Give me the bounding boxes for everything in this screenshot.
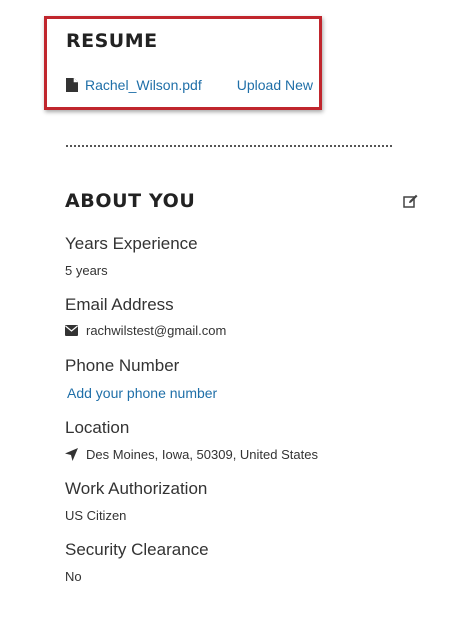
edit-icon[interactable] <box>403 194 418 209</box>
years-experience-value: 5 years <box>65 263 108 278</box>
work-authorization-label: Work Authorization <box>65 479 208 498</box>
file-icon <box>66 78 78 92</box>
email-address-value: rachwilstest@gmail.com <box>86 323 227 338</box>
add-phone-number-link[interactable]: Add your phone number <box>67 385 217 401</box>
resume-heading: RESUME <box>66 30 158 52</box>
location-arrow-icon <box>65 448 78 461</box>
upload-new-link[interactable]: Upload New <box>237 77 313 93</box>
phone-number-label: Phone Number <box>65 356 180 375</box>
security-clearance-value: No <box>65 569 82 584</box>
about-you-heading: ABOUT YOU <box>65 190 196 212</box>
years-experience-label: Years Experience <box>65 234 198 253</box>
resume-section: RESUME Rachel_Wilson.pdf Upload New <box>44 16 322 110</box>
resume-file-row: Rachel_Wilson.pdf Upload New <box>66 77 313 93</box>
location-row: Des Moines, Iowa, 50309, United States <box>65 447 318 462</box>
envelope-icon <box>65 325 78 336</box>
email-address-label: Email Address <box>65 295 174 314</box>
resume-file-link[interactable]: Rachel_Wilson.pdf <box>85 77 202 93</box>
work-authorization-value: US Citizen <box>65 508 127 523</box>
location-value: Des Moines, Iowa, 50309, United States <box>86 447 318 462</box>
location-label: Location <box>65 418 130 437</box>
email-address-row: rachwilstest@gmail.com <box>65 323 226 338</box>
security-clearance-label: Security Clearance <box>65 540 209 559</box>
section-divider <box>66 145 392 147</box>
